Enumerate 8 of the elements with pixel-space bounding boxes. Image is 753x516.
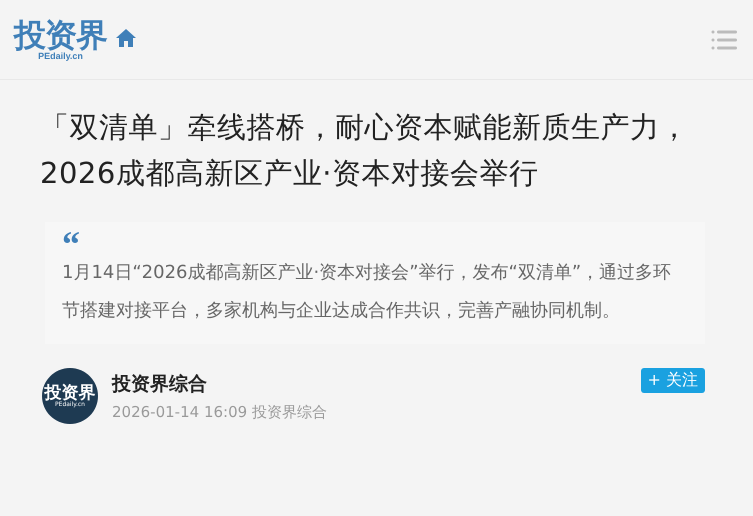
publish-meta: 2026-01-14 16:09 投资界综合 [112, 402, 327, 422]
author-name[interactable]: 投资界综合 [112, 370, 327, 396]
quote-mark: “ [62, 230, 81, 250]
home-icon[interactable] [115, 28, 137, 48]
logo-domain: PEdaily.cn [38, 52, 83, 60]
logo-wordmark[interactable]: 投资界 [14, 18, 107, 50]
article-title: 「双清单」牵线搭桥，耐心资本赋能新质生产力，2026成都高新区产业·资本对接会举行 [40, 109, 690, 192]
summary-text: 1月14日“2026成都高新区产业·资本对接会”举行，发布“双清单”，通过多环节搭建对接平台，多家机构与企业达成合作共识，完善产融协同机制。 [62, 261, 672, 323]
